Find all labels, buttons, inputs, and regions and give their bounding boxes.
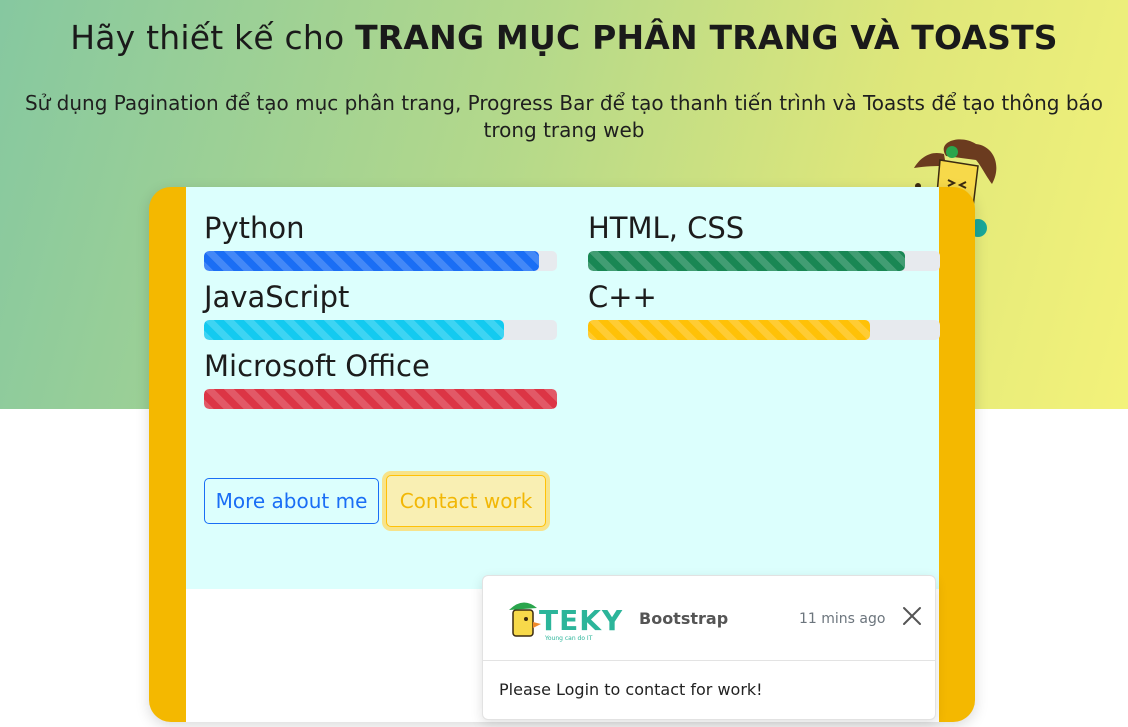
toast-header: TEKY Young can do IT Bootstrap 11 mins a…	[483, 576, 935, 661]
progress-fill	[204, 320, 505, 340]
page-headline: Hãy thiết kế cho TRANG MỤC PHÂN TRANG VÀ…	[0, 18, 1128, 57]
teky-logo: TEKY Young can do IT	[509, 602, 623, 642]
progress-bar	[588, 320, 940, 340]
toast-brand: Bootstrap	[639, 609, 729, 628]
progress-bar	[204, 320, 557, 340]
close-icon[interactable]	[901, 605, 923, 627]
skill-label: Microsoft Office	[204, 349, 430, 383]
toast-timestamp: 11 mins ago	[799, 611, 886, 627]
progress-fill	[588, 251, 905, 271]
progress-fill	[588, 320, 870, 340]
progress-bar	[588, 251, 940, 271]
progress-fill	[204, 251, 540, 271]
progress-fill	[204, 389, 557, 409]
headline-bold: TRANG MỤC PHÂN TRANG VÀ TOASTS	[355, 18, 1058, 57]
progress-bar	[204, 251, 557, 271]
headline-prefix: Hãy thiết kế cho	[70, 18, 356, 57]
skill-label: HTML, CSS	[588, 211, 745, 245]
teky-logo-tagline: Young can do IT	[544, 635, 593, 642]
skill-label: JavaScript	[204, 280, 350, 314]
more-about-me-button[interactable]: More about me	[204, 478, 379, 524]
progress-bar	[204, 389, 557, 409]
skills-panel	[186, 187, 939, 589]
toast-notification: TEKY Young can do IT Bootstrap 11 mins a…	[482, 575, 936, 720]
contact-work-button[interactable]: Contact work	[386, 475, 546, 527]
skill-label: Python	[204, 211, 305, 245]
toast-message: Please Login to contact for work!	[499, 680, 763, 699]
teky-logo-text: TEKY	[539, 604, 623, 637]
skill-label: C++	[588, 280, 657, 314]
